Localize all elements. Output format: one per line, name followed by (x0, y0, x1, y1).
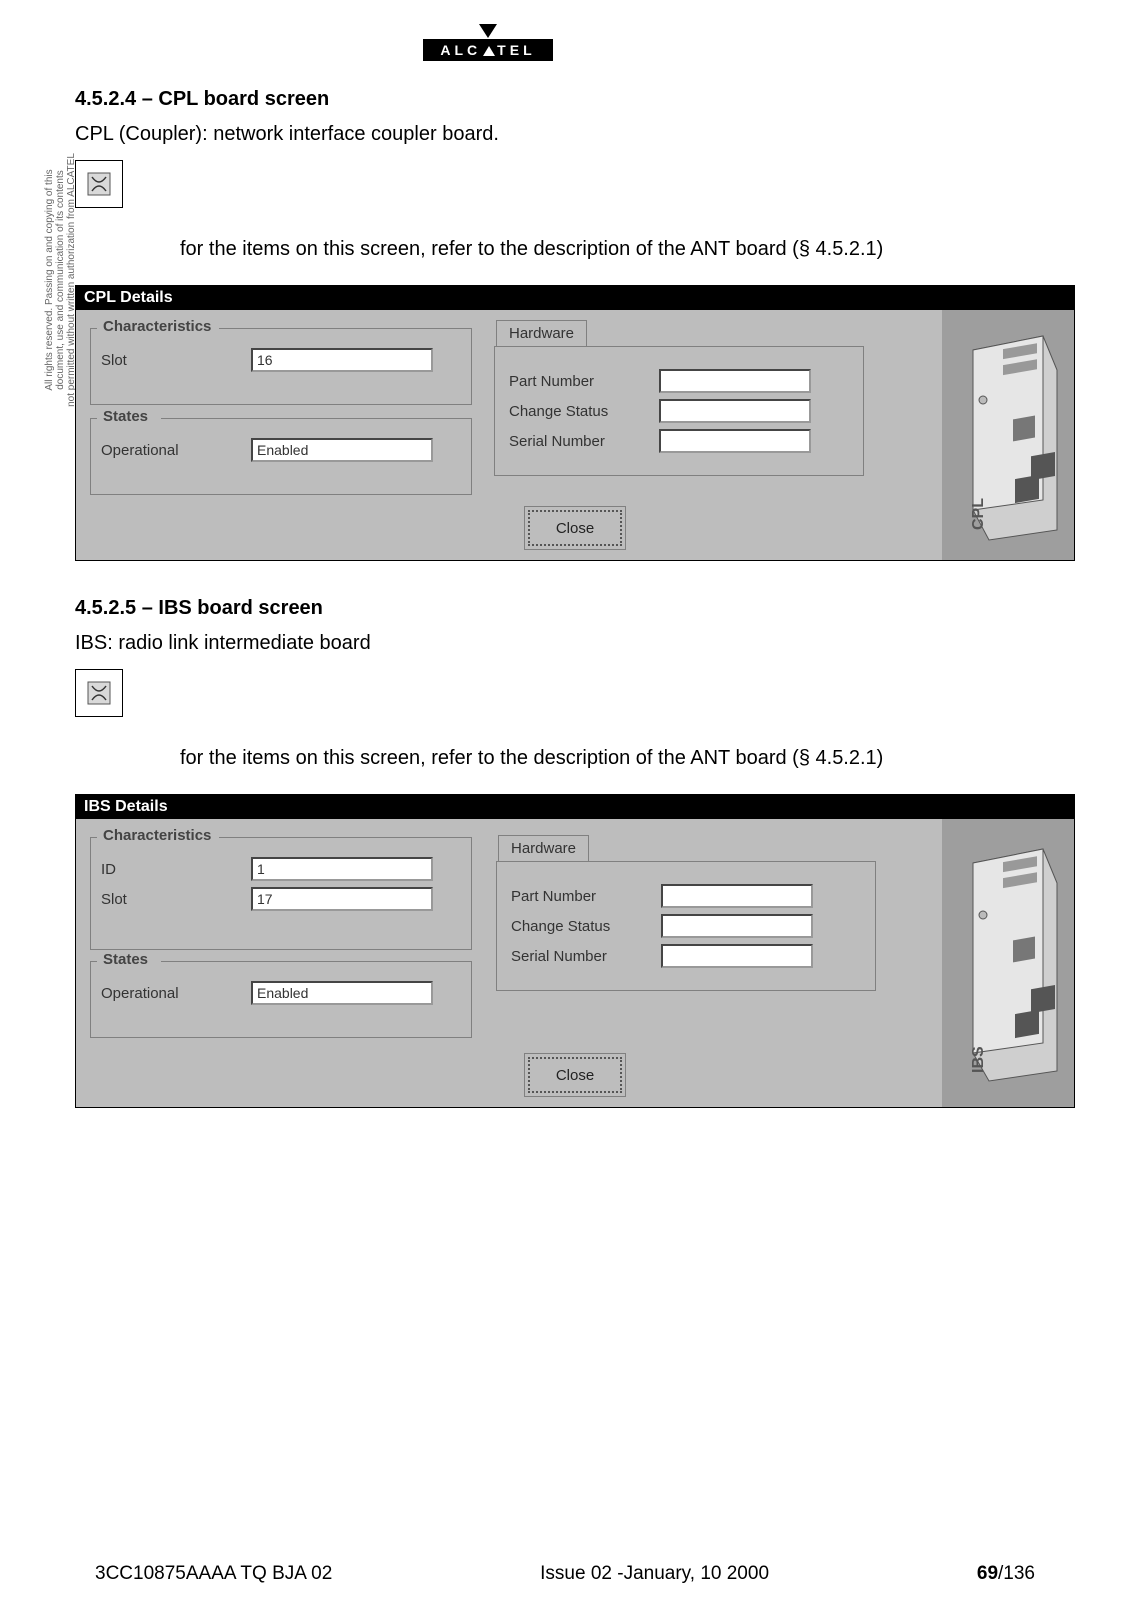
change-status-label: Change Status (511, 918, 661, 935)
change-status-field (661, 914, 813, 938)
hardware-tab[interactable]: Hardware (496, 320, 587, 346)
part-number-field (661, 884, 813, 908)
group-legend: Characteristics (99, 318, 215, 335)
change-status-label: Change Status (509, 403, 659, 420)
board-illustration: IBS (942, 819, 1074, 1107)
slot-label: Slot (101, 352, 251, 369)
states-group: States Operational Enabled (90, 961, 472, 1038)
serial-number-field (659, 429, 811, 453)
copyright-line: All rights reserved. Passing on and copy… (44, 150, 55, 410)
brand-logo: ALCTEL (423, 24, 553, 61)
ibs-thumbnail-icon (75, 669, 123, 717)
operational-label: Operational (101, 985, 251, 1002)
copyright-side-note: All rights reserved. Passing on and copy… (44, 150, 77, 410)
ibs-reference-text: for the items on this screen, refer to t… (180, 747, 1075, 770)
close-button[interactable]: Close (528, 510, 622, 546)
part-number-label: Part Number (509, 373, 659, 390)
operational-field: Enabled (251, 438, 433, 462)
section-desc-cpl: CPL (Coupler): network interface coupler… (75, 123, 1075, 146)
page-footer: 3CC10875AAAA TQ BJA 02 Issue 02 -January… (95, 1563, 1035, 1585)
operational-field: Enabled (251, 981, 433, 1005)
footer-page-total: /136 (998, 1563, 1035, 1584)
close-button[interactable]: Close (528, 1057, 622, 1093)
board-label: IBS (970, 1046, 987, 1073)
section-desc-ibs: IBS: radio link intermediate board (75, 632, 1075, 655)
serial-number-label: Serial Number (509, 433, 659, 450)
footer-doc-ref: 3CC10875AAAA TQ BJA 02 (95, 1563, 332, 1585)
states-group: States Operational Enabled (90, 418, 472, 495)
hardware-tabpanel: Hardware Part Number Change Status Seria… (494, 346, 864, 476)
footer-page: 69/136 (977, 1563, 1035, 1585)
document-page: ALCTEL All rights reserved. Passing on a… (0, 0, 1131, 1623)
footer-page-current: 69 (977, 1563, 998, 1584)
logo-triangle-down-icon (479, 24, 497, 38)
dialog-titlebar: IBS Details (76, 795, 1074, 819)
slot-field: 17 (251, 887, 433, 911)
id-label: ID (101, 861, 251, 878)
logo-triangle-up-icon (483, 46, 495, 56)
part-number-field (659, 369, 811, 393)
copyright-line: document, use and communication of its c… (55, 150, 66, 410)
hardware-tabpanel: Hardware Part Number Change Status Seria… (496, 861, 876, 991)
footer-issue: Issue 02 -January, 10 2000 (540, 1563, 769, 1585)
group-legend: States (99, 408, 152, 425)
characteristics-group: Characteristics Slot 16 (90, 328, 472, 405)
part-number-label: Part Number (511, 888, 661, 905)
serial-number-field (661, 944, 813, 968)
section-heading-cpl: 4.5.2.4 – CPL board screen (75, 88, 1075, 111)
operational-label: Operational (101, 442, 251, 459)
main-content: 4.5.2.4 – CPL board screen CPL (Coupler)… (75, 88, 1075, 1144)
logo-text: ALCTEL (423, 39, 553, 61)
serial-number-label: Serial Number (511, 948, 661, 965)
change-status-field (659, 399, 811, 423)
section-heading-ibs: 4.5.2.5 – IBS board screen (75, 597, 1075, 620)
board-label: CPL (970, 498, 987, 530)
id-field: 1 (251, 857, 433, 881)
ibs-details-dialog: IBS Details Characteristics ID 1 Slot 17 (75, 794, 1075, 1108)
hardware-tab[interactable]: Hardware (498, 835, 589, 861)
cpl-thumbnail-icon (75, 160, 123, 208)
group-legend: States (99, 951, 152, 968)
board-illustration: CPL (942, 310, 1074, 560)
slot-label: Slot (101, 891, 251, 908)
slot-field: 16 (251, 348, 433, 372)
characteristics-group: Characteristics ID 1 Slot 17 (90, 837, 472, 950)
group-legend: Characteristics (99, 827, 215, 844)
dialog-titlebar: CPL Details (76, 286, 1074, 310)
cpl-reference-text: for the items on this screen, refer to t… (180, 238, 1075, 261)
cpl-details-dialog: CPL Details Characteristics Slot 16 Stat… (75, 285, 1075, 561)
